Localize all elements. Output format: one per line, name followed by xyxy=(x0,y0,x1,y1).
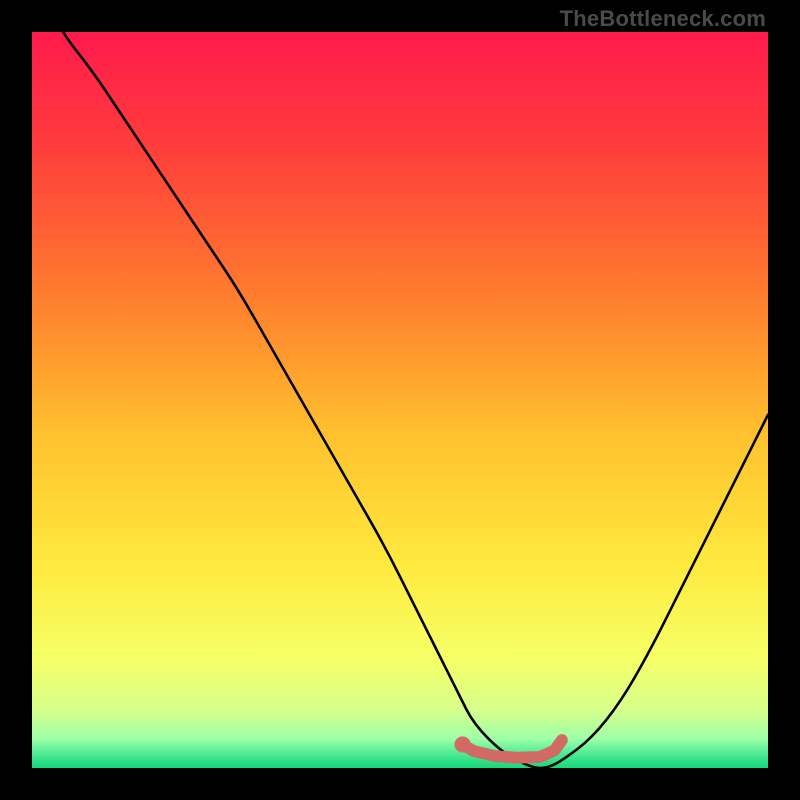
chart-frame: TheBottleneck.com xyxy=(0,0,800,800)
optimal-start-dot xyxy=(454,736,470,752)
curve-layer xyxy=(32,32,768,768)
optimal-range-marker xyxy=(463,740,562,758)
watermark-text: TheBottleneck.com xyxy=(560,6,766,32)
bottleneck-curve xyxy=(32,32,768,768)
plot-area xyxy=(32,32,768,768)
